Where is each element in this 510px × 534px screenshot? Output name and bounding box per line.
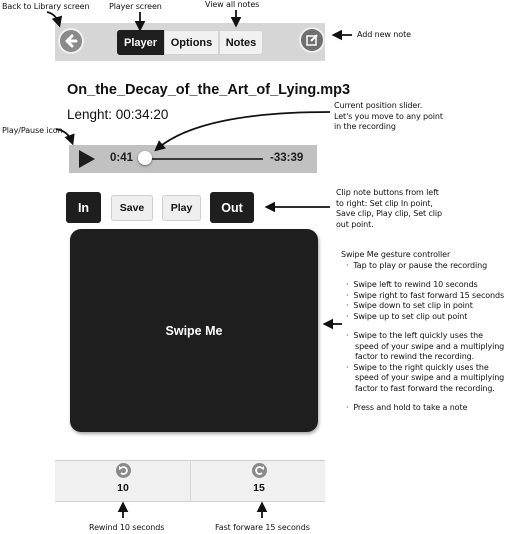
annotation-line: out point. (336, 219, 374, 229)
annotation-bullet: · Swipe to the left quickly uses the spe… (346, 331, 505, 361)
bullet-text: Swipe up to set clip out point (353, 311, 468, 321)
annotation-bullet: · Swipe right to fast forward 15 seconds (346, 290, 505, 300)
bullet-text: Swipe right to fast forward 15 seconds (353, 290, 505, 300)
annotation-line: Clip note buttons from left (336, 188, 439, 197)
annotation-bullet: · Swipe left to rewind 10 seconds (346, 280, 478, 289)
annotation-bullet: · Tap to play or pause the recording (346, 260, 488, 270)
annotation-swipe: Swipe Me gesture controller · Tap to pla… (341, 250, 509, 414)
arrow-back (46, 11, 63, 28)
annotation-forward: Fast forware 15 seconds (215, 523, 310, 532)
bullet-text: Press and hold to take a note (353, 403, 468, 412)
annotation-swipe-title: Swipe Me gesture controller (341, 250, 451, 259)
bullet-text: Swipe to the right quickly uses the spee… (353, 362, 505, 393)
bullet-text: Tap to play or pause the recording (353, 260, 488, 270)
annotation-slider: Current position slider. Let's you move … (334, 101, 443, 133)
annotation-bullet: · Swipe down to set clip in point (346, 301, 473, 310)
annotation-line: to right: Set clip In point, (336, 198, 433, 208)
annotation-play-pause: Play/Pause icon (2, 126, 63, 135)
bullet-text: Swipe left to rewind 10 seconds (353, 280, 478, 289)
annotation-bullet: · Swipe up to set clip out point (346, 311, 468, 321)
annotation-back: Back to Library screen (2, 2, 90, 11)
arrow-slider (154, 111, 331, 152)
annotation-line: Let's you move to any point (334, 111, 443, 121)
bullet-text: Swipe down to set clip in point (353, 301, 473, 310)
annotation-player-screen: Player screen (109, 2, 162, 11)
bullet-text: Swipe to the left quickly uses the speed… (353, 331, 505, 361)
annotation-add-note: Add new note (357, 30, 411, 39)
annotation-clip-buttons: Clip note buttons from left to right: Se… (336, 188, 442, 230)
annotation-view-notes: View all notes (205, 0, 260, 9)
annotation-bullet: · Swipe to the right quickly uses the sp… (346, 362, 505, 393)
annotation-rewind: Rewind 10 seconds (89, 523, 165, 532)
annotation-line: Current position slider. (334, 101, 423, 110)
annotation-line: Save clip, Play clip, Set clip (336, 209, 443, 218)
annotation-line: in the recording (334, 122, 396, 131)
annotation-bullet: · Press and hold to take a note (346, 403, 468, 412)
